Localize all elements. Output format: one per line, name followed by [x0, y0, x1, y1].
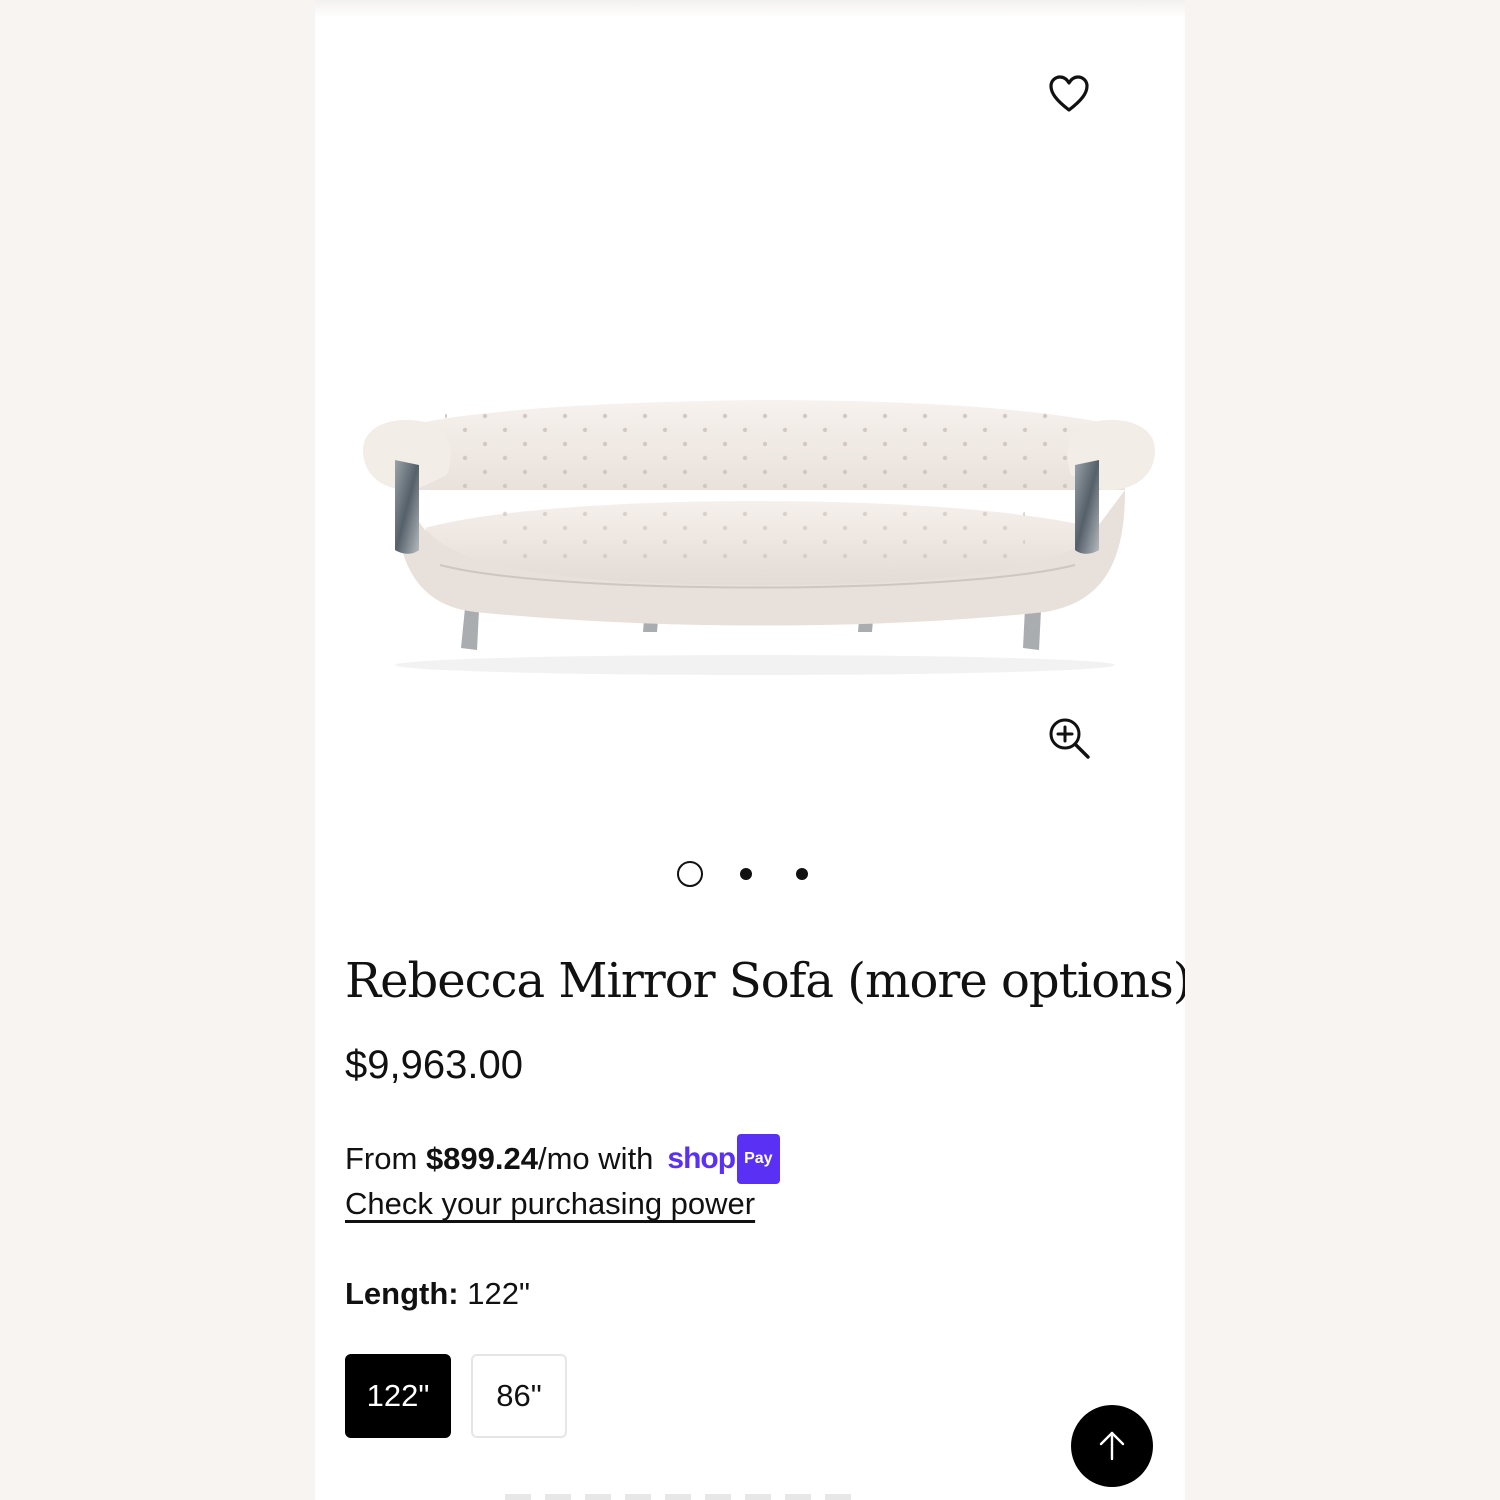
product-image[interactable]	[355, 380, 1155, 680]
product-title: Rebecca Mirror Sofa (more options)	[345, 953, 1185, 1009]
cutoff-text	[505, 1494, 865, 1500]
installment-info: From $899.24 /mo with shop Pay	[345, 1134, 780, 1184]
zoom-button[interactable]	[1045, 714, 1093, 762]
shop-wordmark: shop	[667, 1142, 736, 1175]
favorite-button[interactable]	[1047, 72, 1091, 116]
back-to-top-button[interactable]	[1071, 1405, 1153, 1487]
pagination-dot-1[interactable]	[677, 861, 703, 887]
option-name: Length:	[345, 1276, 459, 1311]
product-price: $9,963.00	[345, 1043, 523, 1087]
shop-pay-logo: shop Pay	[667, 1134, 780, 1184]
installment-suffix: /mo with	[538, 1141, 654, 1176]
purchasing-power-link[interactable]: Check your purchasing power	[345, 1182, 755, 1226]
product-page: Rebecca Mirror Sofa (more options) $9,96…	[315, 0, 1185, 1500]
option-selected-value: 122"	[467, 1276, 530, 1311]
zoom-in-icon	[1049, 718, 1090, 759]
length-options: 122" 86"	[345, 1354, 587, 1438]
image-pagination	[677, 859, 808, 889]
pagination-dot-2[interactable]	[740, 868, 752, 880]
pay-badge: Pay	[737, 1134, 780, 1184]
header-fade	[315, 0, 1185, 18]
arrow-up-icon	[1099, 1431, 1125, 1461]
length-option-86[interactable]: 86"	[471, 1354, 567, 1438]
pagination-dot-3[interactable]	[796, 868, 808, 880]
heart-icon	[1049, 75, 1089, 112]
option-label: Length: 122"	[345, 1272, 530, 1316]
installment-prefix: From	[345, 1141, 426, 1176]
length-option-122[interactable]: 122"	[345, 1354, 451, 1438]
installment-amount: $899.24	[425, 1141, 538, 1176]
